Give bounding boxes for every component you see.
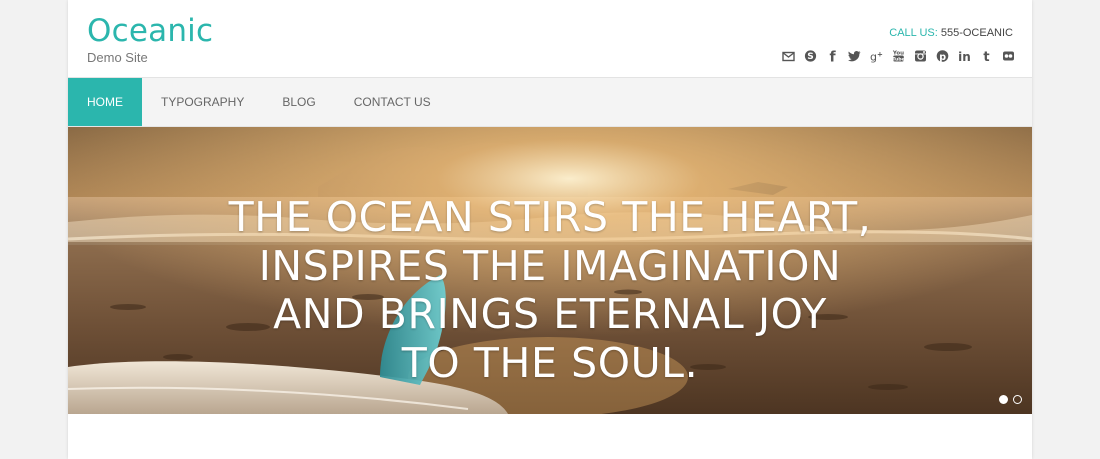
email-icon[interactable] <box>782 49 795 63</box>
nav-blog[interactable]: BLOG <box>263 78 334 126</box>
svg-text:Tube: Tube <box>892 56 904 62</box>
slide-dot-1[interactable] <box>999 395 1008 404</box>
site-title[interactable]: Oceanic <box>87 12 213 50</box>
slide-dot-2[interactable] <box>1013 395 1022 404</box>
pinterest-icon[interactable]: p <box>936 49 949 63</box>
phone-number: 555-OCEANIC <box>940 27 1013 39</box>
facebook-icon[interactable]: f <box>826 49 839 64</box>
hero-quote: THE OCEAN STIRS THE HEART, INSPIRES THE … <box>68 193 1032 387</box>
svg-text:+: + <box>877 51 883 59</box>
svg-text:f: f <box>829 50 836 64</box>
slider-pagination <box>999 395 1022 404</box>
google-plus-icon[interactable]: g + <box>870 49 883 64</box>
instagram-icon[interactable] <box>914 49 927 63</box>
linkedin-icon[interactable]: in <box>958 49 971 63</box>
flickr-icon[interactable] <box>1002 49 1015 63</box>
nav-contact-us[interactable]: CONTACT US <box>335 78 450 126</box>
page-container: Oceanic Demo Site CALL US: 555-OCEANIC S… <box>68 0 1032 459</box>
site-header: Oceanic Demo Site CALL US: 555-OCEANIC S… <box>68 0 1032 78</box>
call-us-label: CALL US: <box>889 27 938 39</box>
svg-text:S: S <box>807 52 813 62</box>
call-us: CALL US: 555-OCEANIC <box>889 26 1013 40</box>
hero-quote-line: INSPIRES THE IMAGINATION <box>258 241 842 290</box>
tumblr-icon[interactable]: t <box>980 49 993 63</box>
hero-quote-line: TO THE SOUL. <box>401 338 699 387</box>
main-navigation: HOME TYPOGRAPHY BLOG CONTACT US <box>68 78 1032 127</box>
hero-quote-line: THE OCEAN STIRS THE HEART, <box>228 193 872 241</box>
site-tagline: Demo Site <box>87 50 148 65</box>
hero-slider: THE OCEAN STIRS THE HEART, INSPIRES THE … <box>68 127 1032 414</box>
svg-text:t: t <box>983 50 989 63</box>
nav-home[interactable]: HOME <box>68 78 142 126</box>
twitter-icon[interactable] <box>848 49 861 63</box>
svg-text:g: g <box>870 51 877 64</box>
nav-typography[interactable]: TYPOGRAPHY <box>142 78 263 126</box>
hero-quote-line: AND BRINGS ETERNAL JOY <box>273 290 827 338</box>
svg-text:p: p <box>939 52 946 63</box>
skype-icon[interactable]: S <box>804 49 817 63</box>
svg-text:in: in <box>958 50 971 63</box>
youtube-icon[interactable]: You Tube <box>892 49 905 63</box>
social-icons: S f g + You Tube p in t <box>782 49 1015 63</box>
